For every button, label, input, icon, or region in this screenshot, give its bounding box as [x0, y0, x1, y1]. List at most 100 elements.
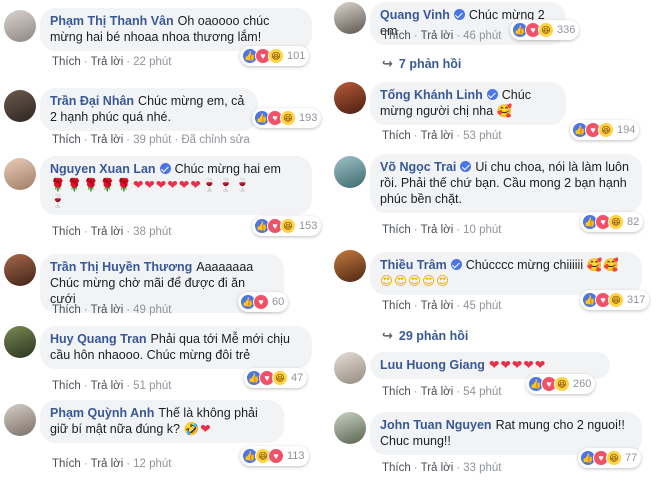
- avatar[interactable]: [4, 90, 36, 122]
- commenter-name[interactable]: Tống Khánh Linh: [380, 88, 483, 102]
- comment-actions: Thích · Trả lời · 54 phút: [382, 386, 502, 398]
- like-link[interactable]: Thích: [382, 224, 411, 236]
- avatar[interactable]: [4, 158, 36, 190]
- avatar[interactable]: [4, 404, 36, 436]
- avatar[interactable]: [334, 412, 366, 444]
- reply-link[interactable]: Trả lời: [91, 304, 124, 316]
- commenter-name[interactable]: Quang Vinh: [380, 8, 450, 22]
- reaction-count: 260: [573, 378, 592, 390]
- like-link[interactable]: Thích: [52, 226, 81, 238]
- comment-actions: Thích · Trả lời · 38 phút: [52, 226, 172, 238]
- reaction-summary[interactable]: 👍 😆 ♥ 113: [240, 446, 309, 466]
- comment-actions: Thích · Trả lời · 49 phút: [52, 304, 172, 316]
- like-link[interactable]: Thích: [382, 130, 411, 142]
- verified-badge-icon: [486, 89, 498, 100]
- reaction-summary[interactable]: 👍 ♥ 😆 336: [510, 20, 580, 40]
- haha-reaction-icon: 😆: [272, 370, 288, 386]
- commenter-name[interactable]: Phạm Thị Thanh Vân: [50, 14, 174, 28]
- comment-bubble: Trần Đại Nhân Chúc mừng em, cả 2 hạnh phú…: [40, 88, 258, 131]
- timestamp[interactable]: 33 phút: [463, 462, 501, 474]
- reply-link[interactable]: Trả lời: [91, 134, 124, 146]
- timestamp[interactable]: 46 phút: [463, 30, 501, 42]
- reaction-summary[interactable]: 👍 ♥ 😆 82: [580, 212, 644, 232]
- reply-link[interactable]: Trả lời: [421, 300, 454, 312]
- timestamp[interactable]: 49 phút: [133, 304, 171, 316]
- verified-badge-icon: [450, 259, 462, 270]
- avatar[interactable]: [334, 156, 366, 188]
- emoji-row: 🌹🌹🌹🌹🌹❤❤❤❤❤❤🍷🍷🍷: [50, 177, 252, 192]
- reaction-summary[interactable]: 👍 ♥ 😆 260: [526, 374, 596, 394]
- haha-reaction-icon: 😆: [280, 218, 296, 234]
- timestamp[interactable]: 54 phút: [463, 386, 501, 398]
- avatar[interactable]: [4, 10, 36, 42]
- avatar[interactable]: [334, 250, 366, 282]
- timestamp[interactable]: 53 phút: [463, 130, 501, 142]
- reply-link[interactable]: Trả lời: [91, 226, 124, 238]
- avatar[interactable]: [334, 82, 366, 114]
- like-link[interactable]: Thích: [382, 300, 411, 312]
- timestamp[interactable]: 12 phút: [133, 458, 171, 470]
- avatar[interactable]: [4, 254, 36, 286]
- avatar[interactable]: [4, 326, 36, 358]
- comment-bubble: Phạm Thị Thanh Vân Oh oaoooo chúc mừng ha…: [40, 8, 312, 51]
- reply-link[interactable]: Trả lời: [91, 56, 124, 68]
- commenter-name[interactable]: Trần Đại Nhân: [50, 94, 134, 108]
- reaction-summary[interactable]: 👍 ♥ 😆 47: [244, 368, 308, 388]
- reaction-count: 77: [625, 452, 638, 464]
- comment-bubble: Phạm Quỳnh Anh Thế là không phải giữ bí m…: [40, 400, 284, 443]
- comment-text: Chúcccc mừng chiiiiii: [465, 258, 584, 272]
- commenter-name[interactable]: Trần Thị Huyền Thương: [50, 260, 192, 274]
- like-link[interactable]: Thích: [52, 56, 81, 68]
- reaction-summary[interactable]: 👍 ♥ 😆 77: [578, 448, 642, 468]
- reaction-summary[interactable]: 👍 ♥ 😆 153: [252, 216, 322, 236]
- like-link[interactable]: Thích: [52, 134, 81, 146]
- timestamp[interactable]: 22 phút: [133, 56, 171, 68]
- timestamp[interactable]: 45 phút: [463, 300, 501, 312]
- avatar[interactable]: [334, 2, 366, 34]
- view-replies-link[interactable]: ↩ 29 phản hồi: [382, 328, 468, 344]
- reply-link[interactable]: Trả lời: [91, 458, 124, 470]
- commenter-name[interactable]: Thiều Trâm: [380, 258, 447, 272]
- like-link[interactable]: Thích: [382, 386, 411, 398]
- reaction-summary[interactable]: 👍 ♥ 60: [238, 292, 289, 312]
- timestamp[interactable]: 51 phút: [133, 380, 171, 392]
- like-link[interactable]: Thích: [52, 458, 81, 470]
- comment-bubble: Võ Ngọc Trai Ui chu choa, nói là làm luôn…: [370, 154, 642, 213]
- reaction-summary[interactable]: 👍 ♥ 😆 193: [252, 108, 322, 128]
- verified-badge-icon: [159, 163, 171, 174]
- comment-actions: Thích · Trả lời · 12 phút: [52, 458, 172, 470]
- reaction-summary[interactable]: 👍 ♥ 😆 194: [570, 120, 640, 140]
- reply-link[interactable]: Trả lời: [421, 130, 454, 142]
- haha-reaction-icon: 😆: [608, 214, 624, 230]
- commenter-name[interactable]: Luu Huong Giang: [380, 358, 485, 372]
- reply-link[interactable]: Trả lời: [421, 224, 454, 236]
- commenter-name[interactable]: Nguyen Xuan Lan: [50, 162, 156, 176]
- commenter-name[interactable]: Huy Quang Tran: [50, 332, 147, 346]
- reaction-summary[interactable]: 👍 ♥ 😆 317: [580, 290, 650, 310]
- like-link[interactable]: Thích: [52, 380, 81, 392]
- like-link[interactable]: Thích: [382, 30, 411, 42]
- reaction-count: 317: [627, 294, 646, 306]
- emoji-row: 🍷: [50, 193, 67, 208]
- comment-actions: Thích · Trả lời · 51 phút: [52, 380, 172, 392]
- emoji-row: 😍😍😍😍😍: [380, 273, 451, 288]
- reply-link[interactable]: Trả lời: [421, 462, 454, 474]
- verified-badge-icon: [453, 9, 465, 20]
- view-replies-link[interactable]: ↩ 7 phản hồi: [382, 56, 461, 72]
- comment-bubble: Thiều Trâm Chúcccc mừng chiiiiii 🥰🥰 😍😍😍😍😍: [370, 252, 642, 295]
- reaction-count: 101: [287, 50, 306, 62]
- commenter-name[interactable]: Phạm Quỳnh Anh: [50, 406, 154, 420]
- reply-link[interactable]: Trả lời: [91, 380, 124, 392]
- commenter-name[interactable]: Võ Ngọc Trai: [380, 160, 456, 174]
- edited-label[interactable]: Đã chỉnh sửa: [181, 134, 249, 146]
- reply-link[interactable]: Trả lời: [421, 30, 454, 42]
- reply-link[interactable]: Trả lời: [421, 386, 454, 398]
- commenter-name[interactable]: John Tuan Nguyen: [380, 418, 492, 432]
- like-link[interactable]: Thích: [382, 462, 411, 474]
- like-link[interactable]: Thích: [52, 304, 81, 316]
- timestamp[interactable]: 38 phút: [133, 226, 171, 238]
- timestamp[interactable]: 39 phút: [133, 134, 171, 146]
- timestamp[interactable]: 10 phút: [463, 224, 501, 236]
- reaction-summary[interactable]: 👍 ♥ 😆 101: [240, 46, 310, 66]
- avatar[interactable]: [334, 352, 366, 384]
